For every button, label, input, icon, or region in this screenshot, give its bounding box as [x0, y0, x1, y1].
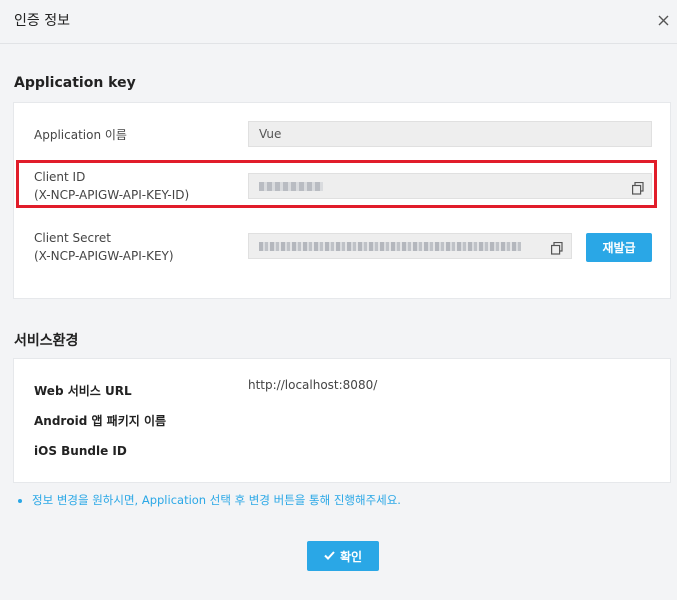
check-icon: [324, 549, 335, 563]
web-url-value: http://localhost:8080/: [248, 378, 378, 392]
client-id-label-line2: (X-NCP-APIGW-API-KEY-ID): [34, 188, 190, 202]
application-key-title: Application key: [14, 75, 136, 91]
client-secret-label-line2: (X-NCP-APIGW-API-KEY): [34, 249, 174, 263]
android-package-label: Android 앱 패키지 이름: [34, 414, 167, 428]
notice-text: 정보 변경을 원하시면, Application 선택 후 변경 버튼을 통해 …: [18, 492, 401, 508]
dialog-title: 인증 정보: [14, 13, 70, 29]
client-id-field: [248, 173, 652, 199]
app-name-label: Application 이름: [34, 128, 127, 142]
confirm-button[interactable]: 확인: [307, 541, 379, 571]
masked-client-id: [259, 182, 323, 191]
ios-bundle-label: iOS Bundle ID: [34, 444, 127, 458]
notice-message: 정보 변경을 원하시면, Application 선택 후 변경 버튼을 통해 …: [32, 493, 401, 507]
client-id-label-line1: Client ID: [34, 170, 86, 184]
dialog-header: 인증 정보: [0, 0, 677, 44]
reissue-button[interactable]: 재발급: [586, 233, 652, 262]
client-id-label: Client ID (X-NCP-APIGW-API-KEY-ID): [34, 168, 189, 204]
confirm-button-label: 확인: [339, 549, 363, 564]
client-secret-field: [248, 233, 572, 259]
copy-icon[interactable]: [551, 239, 565, 255]
web-url-label: Web 서비스 URL: [34, 384, 132, 398]
copy-icon[interactable]: [632, 179, 646, 195]
app-name-field: Vue: [248, 121, 652, 147]
client-secret-label-line1: Client Secret: [34, 231, 111, 245]
client-secret-label: Client Secret (X-NCP-APIGW-API-KEY): [34, 229, 174, 265]
service-env-title: 서비스환경: [14, 333, 79, 349]
bullet-icon: [18, 498, 22, 503]
close-icon[interactable]: [653, 9, 673, 31]
masked-client-secret: [259, 242, 521, 251]
